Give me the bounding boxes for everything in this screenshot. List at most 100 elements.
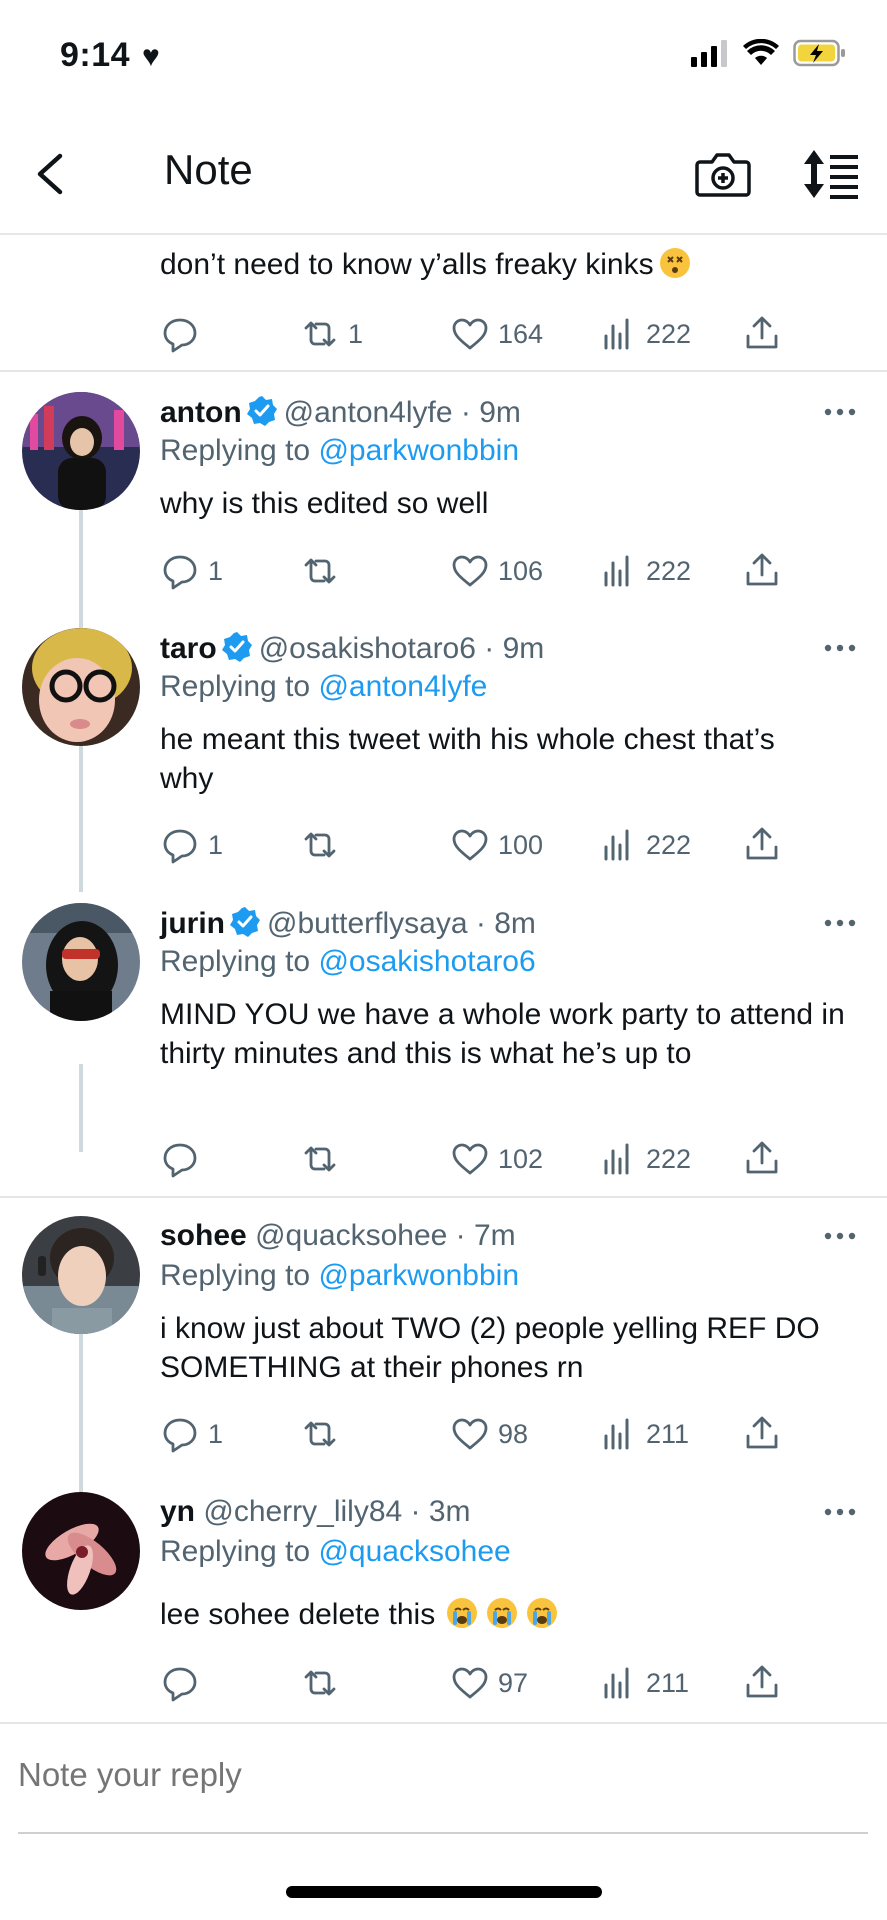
more-icon[interactable]	[822, 638, 858, 658]
dizzy-face-emoji	[659, 248, 690, 278]
views-button[interactable]: 222	[598, 1139, 691, 1179]
home-indicator[interactable]	[286, 1886, 602, 1898]
reply-mention-link[interactable]: @anton4lyfe	[318, 670, 487, 703]
reply-count: 1	[208, 829, 224, 860]
user-name[interactable]: anton	[160, 396, 242, 429]
views-button[interactable]: 222	[598, 314, 691, 354]
avatar[interactable]	[22, 903, 140, 1021]
tweet-header: jurin @butterflysaya · 8m	[160, 906, 536, 941]
replying-to: Replying to @osakishotaro6	[160, 945, 536, 979]
partial-tweet-text: don’t need to know y’alls freaky kinks	[160, 248, 690, 282]
like-button[interactable]: 102	[450, 1139, 543, 1179]
tweet-actions: 97 211	[160, 1658, 778, 1708]
reply-button[interactable]: 1	[160, 825, 223, 865]
retweet-button[interactable]	[300, 825, 348, 865]
like-button[interactable]: 100	[450, 825, 543, 865]
views-icon	[604, 1418, 629, 1450]
retweet-count: 1	[348, 318, 364, 349]
retweet-button[interactable]: 1	[300, 314, 363, 354]
user-handle[interactable]: @anton4lyfe · 9m	[284, 396, 521, 429]
like-icon	[452, 318, 488, 350]
like-button[interactable]: 164	[450, 314, 543, 354]
retweet-button[interactable]	[300, 1139, 348, 1179]
user-name[interactable]: sohee	[160, 1219, 247, 1252]
tweet-text: he meant this tweet with his whole chest…	[160, 723, 775, 795]
reply-composer	[0, 1722, 887, 1834]
share-button[interactable]	[742, 1414, 782, 1454]
tweet-actions: 1 100 222	[160, 820, 778, 870]
reply-button[interactable]: 1	[160, 1414, 223, 1454]
reply-button[interactable]: 1	[160, 551, 223, 591]
like-button[interactable]: 98	[450, 1414, 528, 1454]
page-title: Note	[164, 146, 253, 193]
views-icon	[604, 1143, 629, 1175]
tweet-header: yn @cherry_lily84 · 3m	[160, 1495, 471, 1529]
verified-icon	[221, 632, 252, 662]
share-button[interactable]	[742, 1663, 782, 1703]
views-button[interactable]: 211	[598, 1663, 689, 1703]
user-handle[interactable]: @osakishotaro6 · 9m	[259, 632, 545, 665]
share-button[interactable]	[742, 551, 782, 591]
tweet-header: sohee @quacksohee · 7m	[160, 1219, 516, 1253]
cellular-signal-icon	[691, 40, 727, 67]
avatar[interactable]	[22, 628, 140, 746]
reply-button[interactable]	[160, 1139, 208, 1179]
more-icon[interactable]	[822, 913, 858, 933]
views-icon	[604, 555, 629, 587]
views-button[interactable]: 222	[598, 825, 691, 865]
verified-icon	[230, 907, 260, 937]
reply-mention-link[interactable]: @osakishotaro6	[318, 945, 535, 978]
replying-to-label: Replying to	[160, 670, 319, 703]
user-handle[interactable]: @butterflysaya · 8m	[267, 907, 536, 940]
views-icon	[604, 318, 629, 350]
more-icon[interactable]	[822, 1502, 858, 1522]
reply-mention-link[interactable]: @parkwonbbin	[318, 434, 519, 467]
views-button[interactable]: 211	[598, 1414, 689, 1454]
reply-count: 1	[208, 555, 224, 586]
retweet-button[interactable]	[300, 1414, 348, 1454]
retweet-button[interactable]	[300, 1663, 348, 1703]
reply-button[interactable]	[160, 1663, 208, 1703]
retweet-button[interactable]	[300, 551, 348, 591]
replying-to-label: Replying to	[160, 1259, 319, 1292]
thread-divider	[0, 1196, 887, 1198]
share-button[interactable]	[742, 825, 782, 865]
share-button[interactable]	[742, 1139, 782, 1179]
back-icon[interactable]	[28, 146, 78, 202]
reply-mention-link[interactable]: @parkwonbbin	[318, 1259, 519, 1292]
reply-mention-link[interactable]: @quacksohee	[318, 1535, 510, 1568]
replying-to: Replying to @parkwonbbin	[160, 1259, 519, 1293]
like-count: 100	[498, 829, 544, 860]
avatar[interactable]	[22, 1216, 140, 1334]
avatar[interactable]	[22, 392, 140, 510]
share-button[interactable]	[742, 314, 782, 354]
tweet-text: MIND YOU we have a whole work party to a…	[160, 998, 845, 1070]
reply-input[interactable]	[18, 1756, 868, 1794]
like-icon	[452, 829, 488, 861]
like-button[interactable]: 106	[450, 551, 543, 591]
verified-icon	[246, 396, 277, 426]
camera-icon[interactable]	[692, 146, 754, 202]
more-icon[interactable]	[822, 402, 858, 422]
user-handle[interactable]: @cherry_lily84 · 3m	[203, 1495, 470, 1528]
tweet-actions: 1 106 222	[160, 546, 778, 596]
user-name[interactable]: taro	[160, 632, 217, 665]
share-icon	[746, 1665, 778, 1698]
crying-face-emoji	[527, 1598, 558, 1628]
battery-charging-icon	[793, 39, 845, 67]
user-handle[interactable]: @quacksohee · 7m	[255, 1219, 516, 1252]
reply-button[interactable]	[160, 314, 200, 354]
user-name[interactable]: yn	[160, 1495, 195, 1528]
like-button[interactable]: 97	[450, 1663, 528, 1703]
tweet-text: i know just about TWO (2) people yelling…	[160, 1312, 820, 1384]
like-count: 164	[498, 318, 544, 349]
avatar[interactable]	[22, 1492, 140, 1610]
views-count: 211	[646, 1667, 690, 1698]
sort-icon[interactable]	[800, 146, 862, 202]
more-icon[interactable]	[822, 1226, 858, 1246]
user-name[interactable]: jurin	[160, 907, 225, 940]
tweet-text: lee sohee delete this	[160, 1595, 860, 1634]
like-count: 98	[498, 1418, 529, 1449]
tweet-actions: 102 222	[160, 1134, 778, 1184]
views-button[interactable]: 222	[598, 551, 691, 591]
